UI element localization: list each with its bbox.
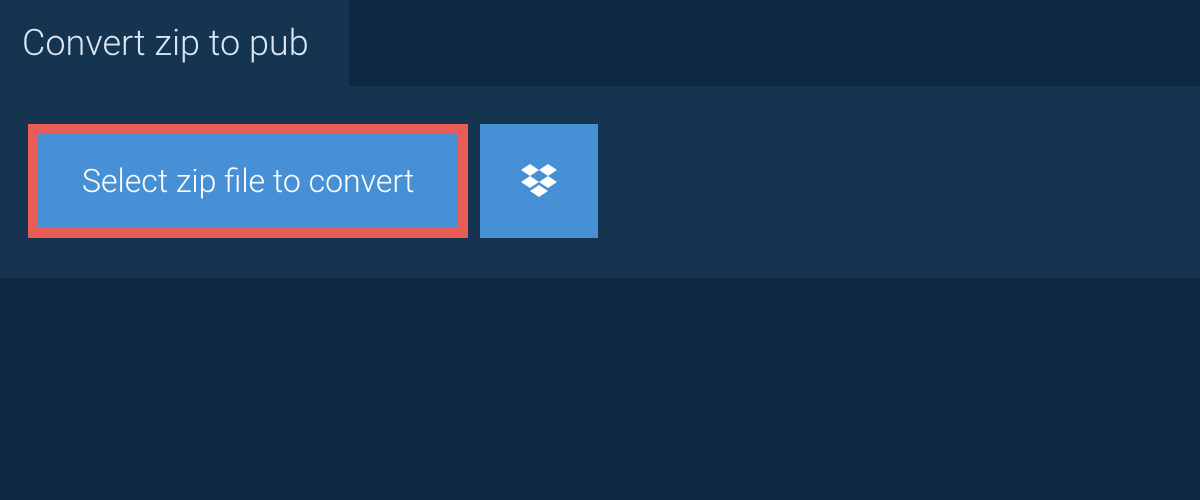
page-bottom xyxy=(0,278,1200,478)
select-file-label: Select zip file to convert xyxy=(82,162,414,200)
page-title: Convert zip to pub xyxy=(22,22,309,64)
content-panel: Select zip file to convert xyxy=(0,86,1200,278)
tab-header: Convert zip to pub xyxy=(0,0,349,86)
button-row: Select zip file to convert xyxy=(28,124,1172,238)
dropbox-button[interactable] xyxy=(480,124,598,238)
dropbox-icon xyxy=(518,160,560,202)
select-file-button[interactable]: Select zip file to convert xyxy=(28,124,468,238)
